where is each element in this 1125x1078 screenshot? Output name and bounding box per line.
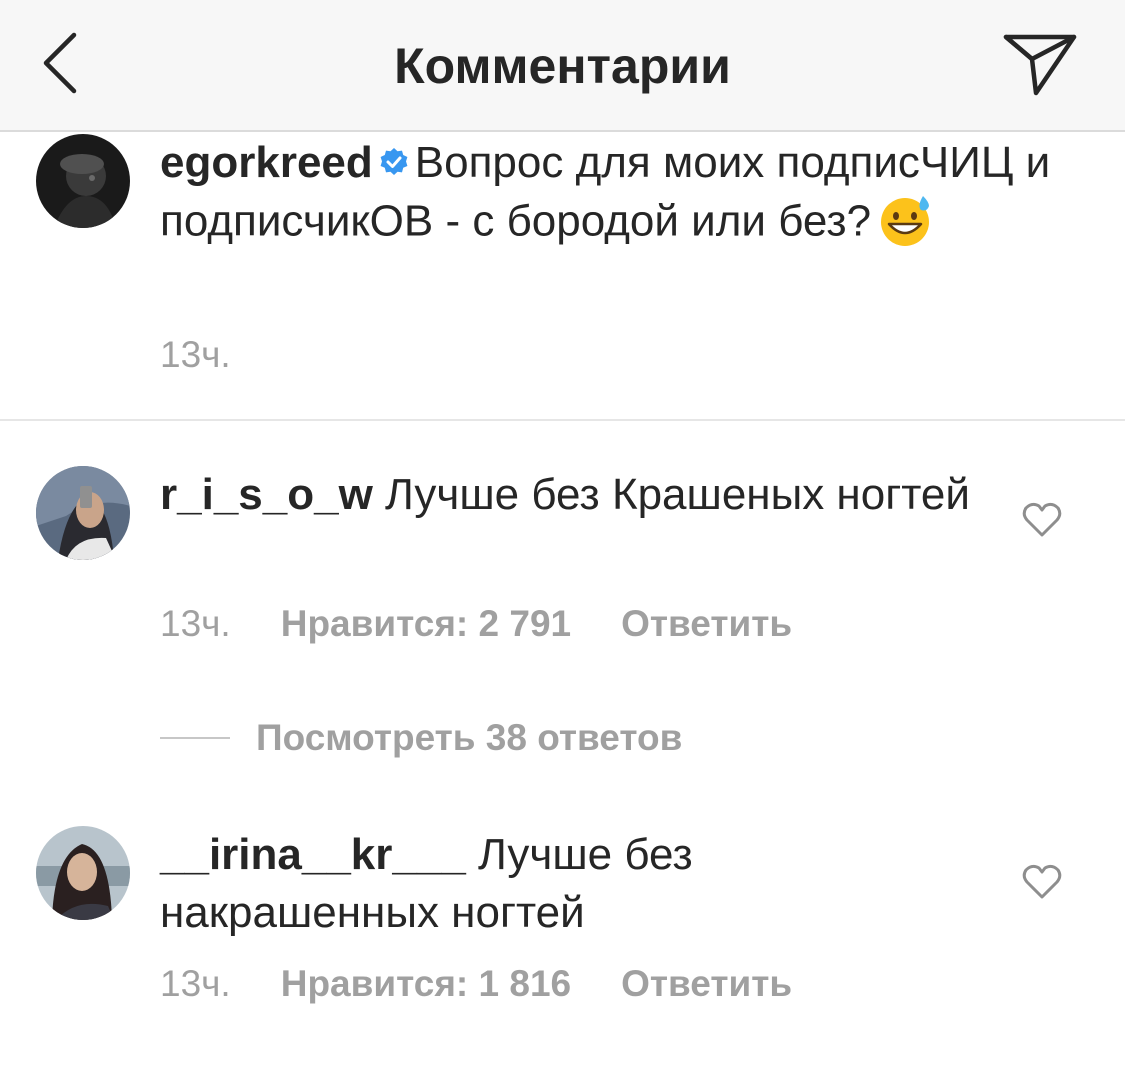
- avatar[interactable]: [36, 134, 130, 228]
- comment-meta: 13ч. Нравится: 2 791 Ответить: [160, 603, 792, 645]
- caption-username[interactable]: egorkreed: [160, 138, 373, 187]
- view-replies-line: [160, 737, 230, 739]
- comment-username[interactable]: __irina__kr___: [160, 830, 466, 879]
- likes-count[interactable]: Нравится: 1 816: [281, 963, 571, 1004]
- view-replies-label: Посмотреть 38 ответов: [256, 717, 683, 758]
- view-replies-button[interactable]: Посмотреть 38 ответов: [160, 710, 682, 766]
- divider: [0, 419, 1125, 421]
- share-button[interactable]: [998, 26, 1082, 102]
- grinning-sweat-emoji-icon: [881, 196, 930, 246]
- caption-text: egorkreed Вопрос для моих подписЧИЦ и по…: [160, 134, 1090, 256]
- comment-text: __irina__kr___ Лучше без накрашенных ног…: [160, 826, 980, 942]
- caption-time: 13ч.: [160, 334, 231, 375]
- caption-meta: 13ч.: [160, 334, 231, 376]
- comment-meta: 13ч. Нравится: 1 816 Ответить: [160, 963, 792, 1005]
- avatar[interactable]: [36, 826, 130, 920]
- like-button[interactable]: [1020, 500, 1064, 540]
- comment-time: 13ч.: [160, 603, 231, 644]
- comment-username[interactable]: r_i_s_o_w: [160, 470, 373, 519]
- paper-plane-icon: [1003, 34, 1077, 96]
- reply-button[interactable]: Ответить: [621, 603, 792, 644]
- reply-button[interactable]: Ответить: [621, 963, 792, 1004]
- comment-text: r_i_s_o_w Лучше без Крашеных ногтей: [160, 466, 980, 524]
- comment-body: Лучше без Крашеных ногтей: [385, 470, 970, 519]
- avatar[interactable]: [36, 466, 130, 560]
- comment-time: 13ч.: [160, 963, 231, 1004]
- likes-count[interactable]: Нравится: 2 791: [281, 603, 571, 644]
- page-title: Комментарии: [394, 38, 731, 94]
- verified-badge-icon: [380, 148, 408, 176]
- heart-icon: [1022, 864, 1062, 899]
- like-button[interactable]: [1020, 862, 1064, 902]
- chevron-left-icon: [43, 32, 77, 94]
- heart-icon: [1022, 502, 1062, 537]
- top-bar: Комментарии: [0, 0, 1125, 132]
- back-button[interactable]: [30, 28, 90, 98]
